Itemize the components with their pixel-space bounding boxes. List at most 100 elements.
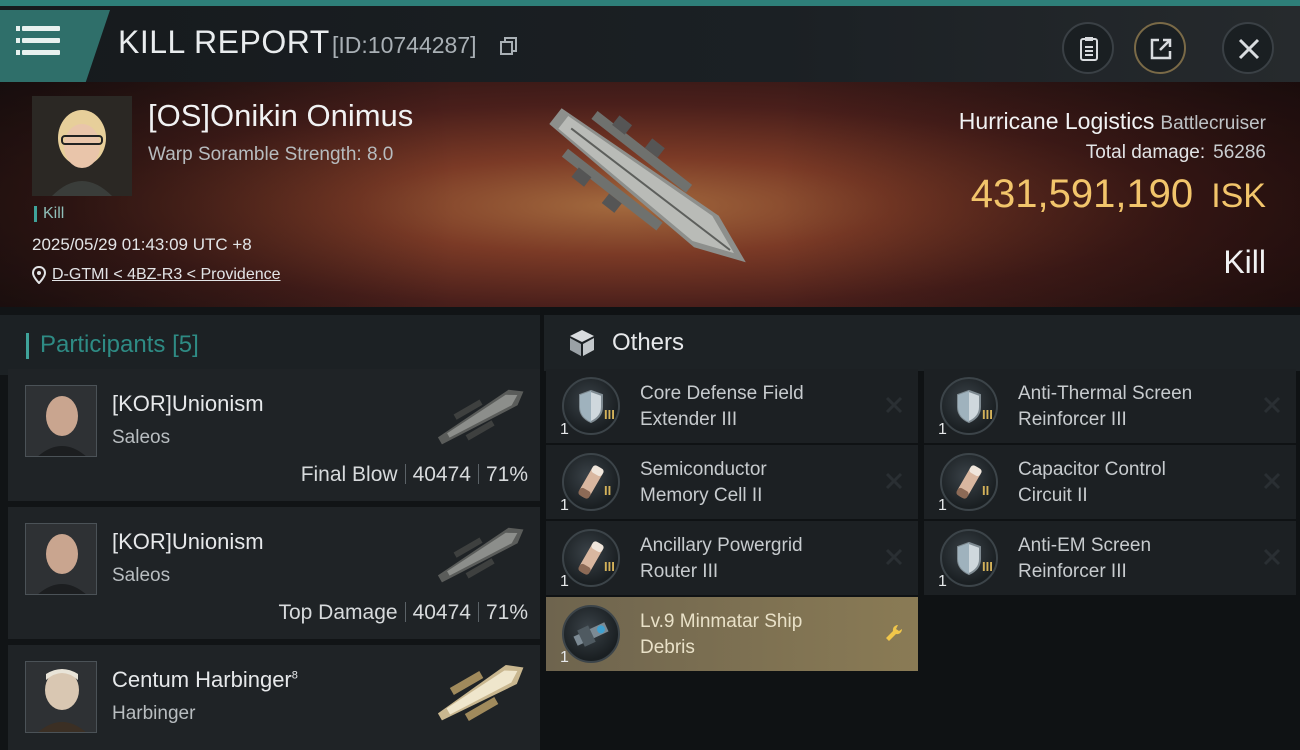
shield-module-icon (562, 377, 620, 435)
list-item[interactable]: III 1 Ancillary Powergrid Router III (546, 521, 918, 595)
item-name: Lv.9 Minmatar Ship Debris (640, 611, 803, 658)
item-quantity: 1 (560, 649, 569, 666)
item-quantity: 1 (560, 573, 569, 590)
header-bar: KILL REPORT [ID:10744287] (0, 6, 1300, 82)
list-item[interactable]: III 1 Anti-EM Screen Reinforcer III (924, 521, 1296, 595)
cube-icon (570, 330, 594, 356)
item-name: Anti-EM Screen Reinforcer III (1018, 535, 1152, 582)
participants-panel: Participants [5] [KOR]Unionism Saleos Fi… (0, 307, 540, 750)
participant-name-superscript: 8 (291, 669, 298, 682)
participant-percent: 71% (485, 601, 528, 624)
list-item[interactable]: II 1 Semiconductor Memory Cell II (546, 445, 918, 519)
item-name: Ancillary Powergrid Router III (640, 535, 803, 582)
capacitor-module-icon (562, 529, 620, 587)
tier-badge: II (604, 483, 612, 498)
participant-stats: Top Damage 40474 71% (278, 601, 528, 625)
destroyed-x-icon (885, 396, 903, 414)
destroyed-x-icon (1263, 396, 1281, 414)
location-text: D-GTMI < 4BZ-R3 < Providence (52, 266, 281, 283)
victim-ship-name[interactable]: Hurricane Logistics Battlecruiser (959, 108, 1266, 135)
clipboard-button[interactable] (1062, 22, 1114, 74)
participant-row[interactable]: [KOR]Unionism Saleos Final Blow 40474 71% (8, 369, 540, 501)
victim-ship-render (549, 108, 746, 263)
participant-stats: Final Blow 40474 71% (301, 463, 528, 487)
item-name: Anti-Thermal Screen Reinforcer III (1018, 383, 1193, 430)
copy-icon[interactable] (500, 37, 518, 55)
item-quantity: 1 (938, 497, 947, 514)
item-quantity: 1 (560, 497, 569, 514)
participant-role: Final Blow (300, 463, 398, 486)
participants-label: Participants (40, 331, 166, 358)
list-item[interactable]: 1 Lv.9 Minmatar Ship Debris (546, 597, 918, 671)
participants-count: [5] (172, 331, 199, 358)
tier-badge: III (982, 407, 993, 422)
warp-scramble-strength: Warp Soramble Strength: 8.0 (148, 144, 394, 165)
victim-portrait[interactable] (32, 96, 132, 196)
report-id: [ID:10744287] (332, 32, 477, 58)
capacitor-module-icon (562, 453, 620, 511)
shield-module-icon (940, 377, 998, 435)
share-button[interactable] (1134, 22, 1186, 74)
participant-ship-icon (437, 389, 524, 445)
item-name: Capacitor Control Circuit II (1018, 459, 1166, 506)
avatar (25, 523, 97, 595)
tier-badge: II (982, 483, 990, 498)
menu-icon[interactable] (16, 26, 62, 56)
others-label: Others (612, 329, 685, 356)
avatar (25, 661, 97, 733)
participant-name: Centum Harbinger8 (112, 667, 298, 692)
item-quantity: 1 (560, 421, 569, 438)
location-pin-icon (32, 266, 46, 284)
page-title: KILL REPORT (118, 24, 330, 60)
kill-timestamp: 2025/05/29 01:43:09 UTC +8 (32, 235, 252, 254)
tier-badge: III (604, 559, 615, 574)
debris-icon (562, 605, 620, 663)
shield-module-icon (940, 529, 998, 587)
item-name: Core Defense Field Extender III (640, 383, 804, 430)
list-item[interactable]: III 1 Anti-Thermal Screen Reinforcer III (924, 369, 1296, 443)
participant-ship: Saleos (112, 427, 171, 448)
participant-damage: 40474 (412, 463, 471, 486)
item-quantity: 1 (938, 421, 947, 438)
participant-role: Top Damage (278, 601, 398, 624)
close-icon (1238, 38, 1260, 60)
kill-tag: Kill (34, 206, 64, 222)
destroyed-x-icon (885, 548, 903, 566)
isk-unit: ISK (1211, 177, 1266, 215)
participants-header[interactable]: Participants [5] (0, 315, 540, 375)
tier-badge: III (982, 559, 993, 574)
close-button[interactable] (1222, 22, 1274, 74)
capacitor-module-icon (940, 453, 998, 511)
others-panel: Others III 1 Core Defense Field Extender … (540, 307, 1300, 750)
participant-row[interactable]: [KOR]Unionism Saleos Top Damage 40474 71% (8, 507, 540, 639)
tier-badge: III (604, 407, 615, 422)
location-link[interactable]: D-GTMI < 4BZ-R3 < Providence (32, 266, 281, 284)
list-item[interactable]: II 1 Capacitor Control Circuit II (924, 445, 1296, 519)
clipboard-icon (1080, 37, 1098, 61)
participant-ship-icon (437, 527, 524, 583)
participant-damage: 40474 (412, 601, 471, 624)
ship-class: Battlecruiser (1160, 113, 1266, 134)
destroyed-x-icon (1263, 548, 1281, 566)
total-damage: Total damage: 56286 (1085, 142, 1266, 163)
participant-name: [KOR]Unionism (112, 391, 264, 416)
participant-row[interactable]: Centum Harbinger8 Harbinger (8, 645, 540, 750)
avatar (25, 385, 97, 457)
item-name: Semiconductor Memory Cell II (640, 459, 767, 506)
participant-ship-icon (437, 664, 524, 721)
participant-ship: Saleos (112, 565, 171, 586)
participant-ship: Harbinger (112, 703, 196, 724)
victim-name[interactable]: [OS]Onikin Onimus (148, 98, 413, 134)
destroyed-x-icon (1263, 472, 1281, 490)
share-icon (1150, 38, 1172, 60)
item-quantity: 1 (938, 573, 947, 590)
victim-banner: [OS]Onikin Onimus Warp Soramble Strength… (0, 82, 1300, 307)
destroyed-x-icon (885, 472, 903, 490)
total-damage-value: 56286 (1213, 142, 1266, 163)
participant-name: [KOR]Unionism (112, 529, 264, 554)
others-header: Others (544, 315, 1300, 371)
kill-result: Kill (1223, 244, 1266, 280)
list-item[interactable]: III 1 Core Defense Field Extender III (546, 369, 918, 443)
isk-value: 431,591,190 ISK (970, 172, 1266, 216)
participant-percent: 71% (485, 463, 528, 486)
